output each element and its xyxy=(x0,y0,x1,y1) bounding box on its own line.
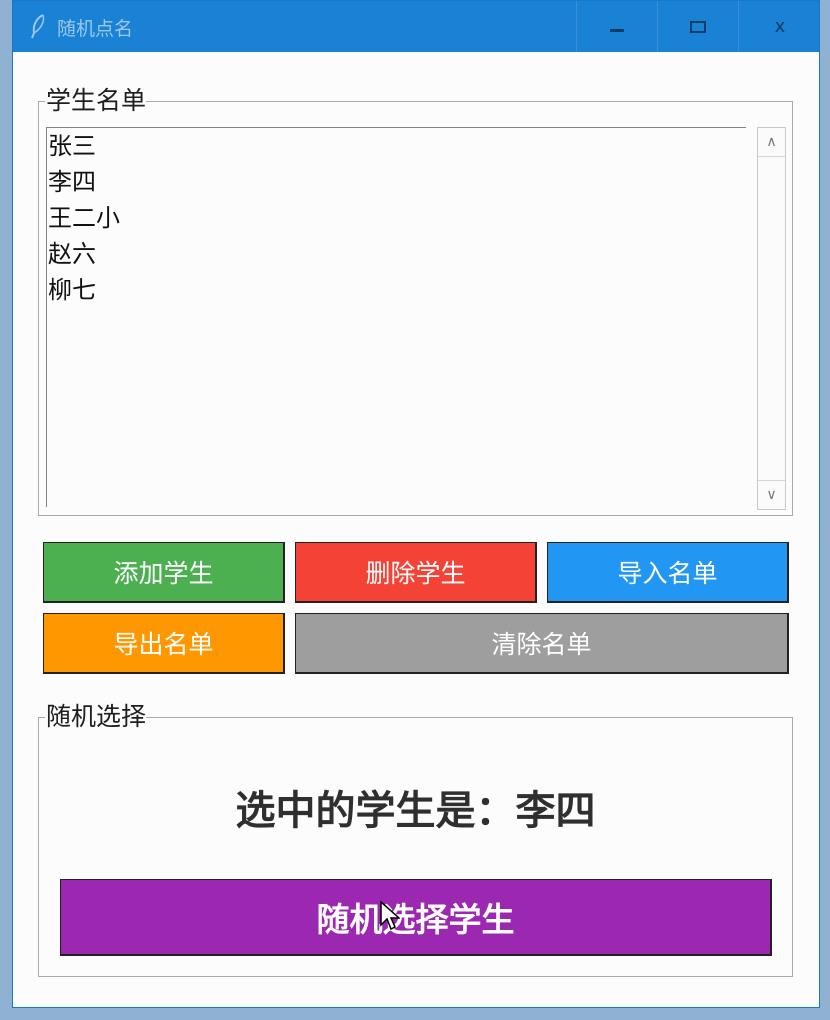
random-select-legend: 随机选择 xyxy=(45,702,147,732)
student-list-item[interactable]: 王二小 xyxy=(47,200,746,236)
import-list-button[interactable]: 导入名单 xyxy=(547,542,789,603)
mouse-cursor-icon xyxy=(380,901,400,931)
listbox-scrollbar[interactable]: ∧ ∨ xyxy=(757,127,786,510)
scroll-down-icon[interactable]: ∨ xyxy=(758,480,785,509)
student-list-item[interactable]: 柳七 xyxy=(47,272,746,308)
app-window: 随机点名 x 学生名单 张三 李四 王二小 赵六 柳七 ∧ ∨ 添加学生 删除学生 导入… xyxy=(12,0,820,1008)
minimize-icon xyxy=(610,29,624,32)
title-bar[interactable]: 随机点名 x xyxy=(13,1,819,52)
student-list-group: 学生名单 张三 李四 王二小 赵六 柳七 ∧ ∨ xyxy=(38,86,793,516)
close-icon: x xyxy=(774,16,786,37)
random-select-group: 随机选择 选中的学生是：李四 随机选择学生 xyxy=(38,702,793,977)
selected-student-label: 选中的学生是：李四 xyxy=(235,788,596,834)
student-list-legend: 学生名单 xyxy=(45,86,147,116)
student-list-item[interactable]: 李四 xyxy=(47,164,746,200)
student-listbox[interactable]: 张三 李四 王二小 赵六 柳七 xyxy=(46,127,746,507)
student-list-item[interactable]: 赵六 xyxy=(47,236,746,272)
add-student-button[interactable]: 添加学生 xyxy=(43,542,285,603)
clear-list-button[interactable]: 清除名单 xyxy=(295,613,789,674)
student-list-item[interactable]: 张三 xyxy=(47,128,746,164)
maximize-button[interactable] xyxy=(657,1,738,52)
export-list-button[interactable]: 导出名单 xyxy=(43,613,285,674)
minimize-button[interactable] xyxy=(576,1,657,52)
close-button[interactable]: x xyxy=(738,1,821,52)
delete-student-button[interactable]: 删除学生 xyxy=(295,542,537,603)
window-title: 随机点名 xyxy=(57,18,134,40)
maximize-icon xyxy=(690,20,706,33)
random-select-button[interactable]: 随机选择学生 xyxy=(60,879,772,956)
feather-icon xyxy=(31,14,45,39)
scroll-up-icon[interactable]: ∧ xyxy=(758,128,785,157)
